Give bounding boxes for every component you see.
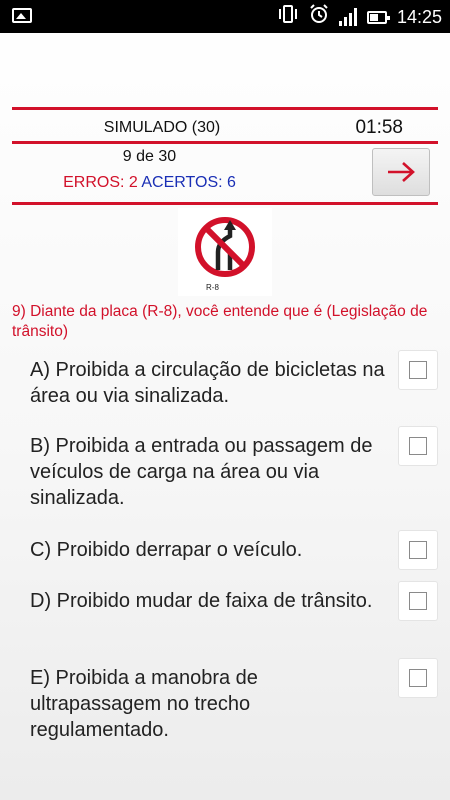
option-e-label[interactable]: E) Proibida a manobra de ultrapassagem n… <box>30 665 390 743</box>
quiz-title: SIMULADO (30) <box>103 119 221 136</box>
question-text: 9) Diante da placa (R-8), você entende q… <box>12 303 428 340</box>
sign-code: R-8 <box>206 283 219 292</box>
option-c-label[interactable]: C) Proibido derrapar o veículo. <box>30 537 390 563</box>
option-c-checkbox[interactable] <box>398 530 438 570</box>
header-divider-middle <box>12 141 438 144</box>
score-line: ERROS: 2 ACERTOS: 6 <box>12 174 287 192</box>
status-bar: 14:25 <box>0 0 450 33</box>
traffic-sign-image: R-8 <box>178 208 272 296</box>
signal-icon <box>338 8 357 26</box>
errors-count: ERROS: 2 <box>63 174 138 191</box>
alarm-icon <box>309 4 329 30</box>
no-lane-change-sign-icon: R-8 <box>195 217 255 292</box>
title-row: SIMULADO (30) 01:58 <box>12 113 438 140</box>
question-counter: 9 de 30 <box>122 148 177 165</box>
quiz-timer: 01:58 <box>355 117 403 138</box>
header-divider-top <box>12 107 438 110</box>
battery-icon <box>366 10 390 24</box>
option-d-checkbox[interactable] <box>398 581 438 621</box>
next-question-button[interactable] <box>372 148 430 196</box>
vibrate-icon <box>277 5 299 29</box>
option-e-checkbox[interactable] <box>398 658 438 698</box>
image-icon <box>12 8 32 23</box>
hits-count: ACERTOS: 6 <box>141 174 236 191</box>
option-b-checkbox[interactable] <box>398 426 438 466</box>
header-divider-bottom <box>12 202 438 205</box>
status-time: 14:25 <box>396 6 442 27</box>
option-a-checkbox[interactable] <box>398 350 438 390</box>
option-a-label[interactable]: A) Proibida a circulação de bicicletas n… <box>30 357 390 409</box>
option-b-label[interactable]: B) Proibida a entrada ou passagem de veí… <box>30 433 390 511</box>
option-d-label[interactable]: D) Proibido mudar de faixa de trânsito. <box>30 588 390 614</box>
arrow-right-icon <box>388 162 415 182</box>
